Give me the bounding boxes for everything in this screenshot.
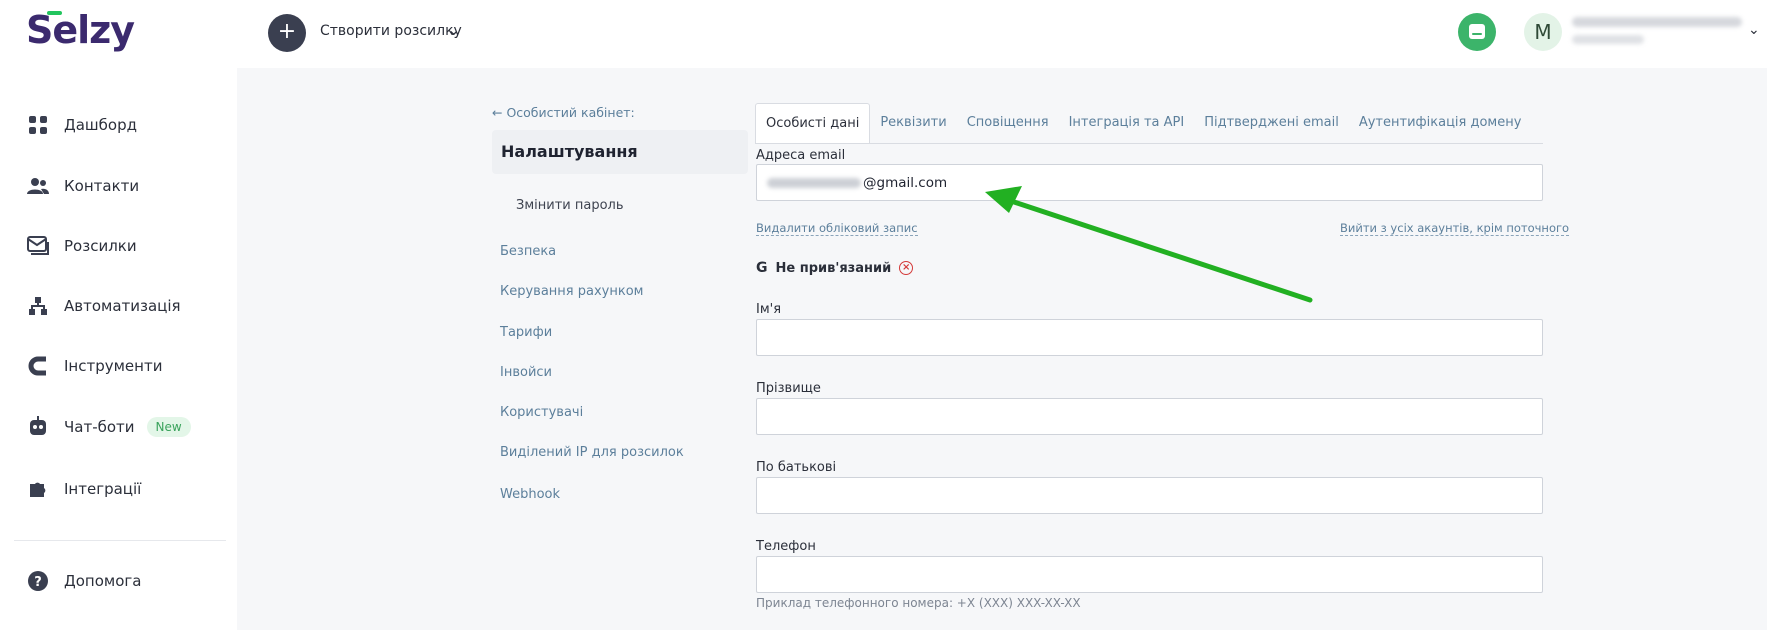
not-linked-x-icon[interactable]: × <box>899 261 914 275</box>
settings-item-tariffs[interactable]: Тарифи <box>500 325 552 340</box>
phone-label: Телефон <box>756 539 816 554</box>
sidebar-item-label: Контакти <box>64 177 140 195</box>
sidebar-item-dashboard[interactable]: Дашборд <box>26 113 137 137</box>
plus-icon: + <box>277 19 297 44</box>
chevron-down-icon[interactable]: ⌄ <box>447 20 460 39</box>
tab-requisites[interactable]: Реквізити <box>870 103 956 143</box>
sidebar: Дашборд Контакти Розсилки Автоматизація … <box>0 68 237 630</box>
email-redacted <box>767 177 861 188</box>
tab-integration-api[interactable]: Інтеграція та API <box>1059 103 1195 143</box>
email-field[interactable]: @gmail.com <box>756 164 1543 201</box>
sidebar-item-label: Інструменти <box>64 357 163 375</box>
settings-item-security[interactable]: Безпека <box>500 244 556 259</box>
settings-item-dedicated-ip[interactable]: Виділений IP для розсилок <box>500 445 684 460</box>
logo-accent <box>47 11 62 15</box>
phone-field[interactable] <box>756 556 1543 593</box>
patronymic-field[interactable] <box>756 477 1543 514</box>
tab-personal-data[interactable]: Особисті дані <box>755 103 871 143</box>
help-icon: ? <box>26 569 50 593</box>
phone-hint: Приклад телефонного номера: +X (XXX) XXX… <box>756 596 1081 610</box>
robot-icon <box>26 415 50 439</box>
sidebar-item-integrations[interactable]: Інтеграції <box>26 477 141 501</box>
chat-icon <box>1469 24 1485 39</box>
create-campaign-button[interactable]: + <box>268 14 306 52</box>
settings-item-change-password[interactable]: Змінити пароль <box>516 198 624 213</box>
sidebar-item-label: Інтеграції <box>64 480 142 498</box>
sidebar-item-chatbots[interactable]: Чат-боти New <box>26 415 191 439</box>
account-id-redacted <box>1572 35 1644 44</box>
google-icon: G <box>756 260 768 276</box>
sidebar-divider <box>14 540 226 541</box>
magnet-icon <box>26 354 50 378</box>
chat-support-button[interactable] <box>1458 13 1496 51</box>
google-link-status: G Не прив'язаний × <box>756 260 914 276</box>
google-status-text: Не прив'язаний <box>775 260 892 276</box>
settings-tabs: Особисті дані Реквізити Сповіщення Інтег… <box>755 103 1531 143</box>
account-chevron-down-icon[interactable]: ⌄ <box>1748 22 1760 38</box>
create-campaign-label[interactable]: Створити розсилку <box>320 23 462 39</box>
settings-item-users[interactable]: Користувачі <box>500 405 583 420</box>
top-header: Selzy + Створити розсилку ⌄ M ⌄ <box>0 0 1767 68</box>
back-to-account-link[interactable]: ← Особистий кабінет: <box>492 105 635 120</box>
delete-account-link[interactable]: Видалити обліковий запис <box>756 221 918 236</box>
sidebar-item-help[interactable]: ? Допомога <box>26 569 141 593</box>
avatar[interactable]: M <box>1524 13 1562 51</box>
automation-icon <box>26 294 50 318</box>
first-name-field[interactable] <box>756 319 1543 356</box>
mail-icon <box>26 234 50 258</box>
last-name-field[interactable] <box>756 398 1543 435</box>
sidebar-item-label: Чат-боти <box>64 418 135 436</box>
sidebar-item-label: Допомога <box>64 572 142 590</box>
puzzle-icon <box>26 477 50 501</box>
sidebar-item-label: Дашборд <box>64 116 137 134</box>
sidebar-item-label: Автоматизація <box>64 297 181 315</box>
contacts-icon <box>26 174 50 198</box>
settings-item-invoices[interactable]: Інвойси <box>500 365 552 380</box>
sidebar-item-contacts[interactable]: Контакти <box>26 174 139 198</box>
settings-title: Налаштування <box>492 130 748 174</box>
sidebar-item-automation[interactable]: Автоматизація <box>26 294 181 318</box>
account-email-redacted <box>1572 17 1742 27</box>
tab-confirmed-emails[interactable]: Підтверджені email <box>1194 103 1349 143</box>
email-value: @gmail.com <box>863 174 948 191</box>
first-name-label: Ім'я <box>756 302 782 317</box>
email-label: Адреса email <box>756 148 846 163</box>
svg-text:?: ? <box>34 575 42 590</box>
last-name-label: Прізвище <box>756 381 821 396</box>
logout-other-sessions-link[interactable]: Вийти з усіх акаунтів, крім поточного <box>1340 221 1570 236</box>
sidebar-item-label: Розсилки <box>64 237 137 255</box>
settings-item-account-management[interactable]: Керування рахунком <box>500 284 643 299</box>
sidebar-item-tools[interactable]: Інструменти <box>26 354 162 378</box>
selzy-logo[interactable]: Selzy <box>26 8 135 52</box>
patronymic-label: По батькові <box>756 460 837 475</box>
tab-domain-authentication[interactable]: Аутентифікація домену <box>1349 103 1532 143</box>
sidebar-item-campaigns[interactable]: Розсилки <box>26 234 137 258</box>
new-badge: New <box>146 417 191 437</box>
settings-item-webhook[interactable]: Webhook <box>500 487 560 502</box>
tabs-divider <box>755 143 1543 144</box>
tab-notifications[interactable]: Сповіщення <box>957 103 1059 143</box>
dashboard-icon <box>26 113 50 137</box>
